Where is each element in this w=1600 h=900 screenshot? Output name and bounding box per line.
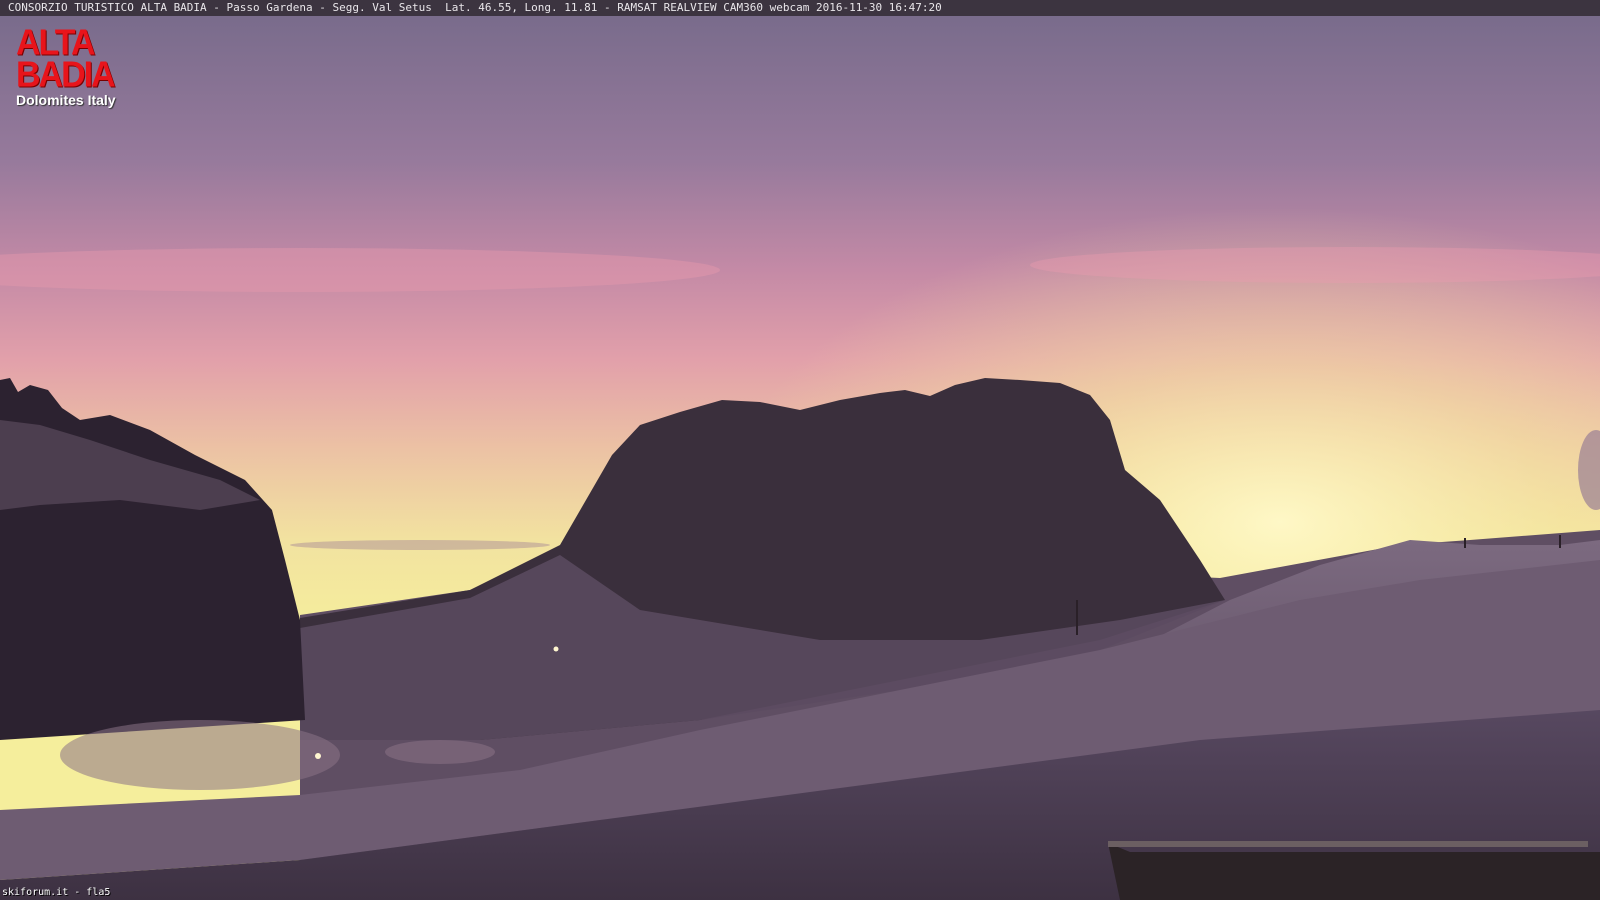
snow-gun-mist (385, 740, 495, 764)
watermark: skiforum.it - fla5 (2, 887, 111, 898)
camera-info-bar: CONSORZIO TURISTICO ALTA BADIA - Passo G… (0, 0, 1600, 16)
building-roof-edge (1108, 841, 1588, 847)
snow-gun-light (553, 646, 559, 652)
snow-gun-light (315, 753, 321, 759)
webcam-image: CONSORZIO TURISTICO ALTA BADIA - Passo G… (0, 0, 1600, 900)
alta-badia-logo: ALTA BADIA Dolomites Italy (16, 22, 128, 108)
snow-gun-mist (60, 720, 340, 790)
logo-line-2: BADIA (16, 54, 116, 95)
landscape-illustration (0, 0, 1600, 900)
logo-line-1: ALTA (16, 22, 96, 63)
cloud-streak (290, 540, 550, 550)
